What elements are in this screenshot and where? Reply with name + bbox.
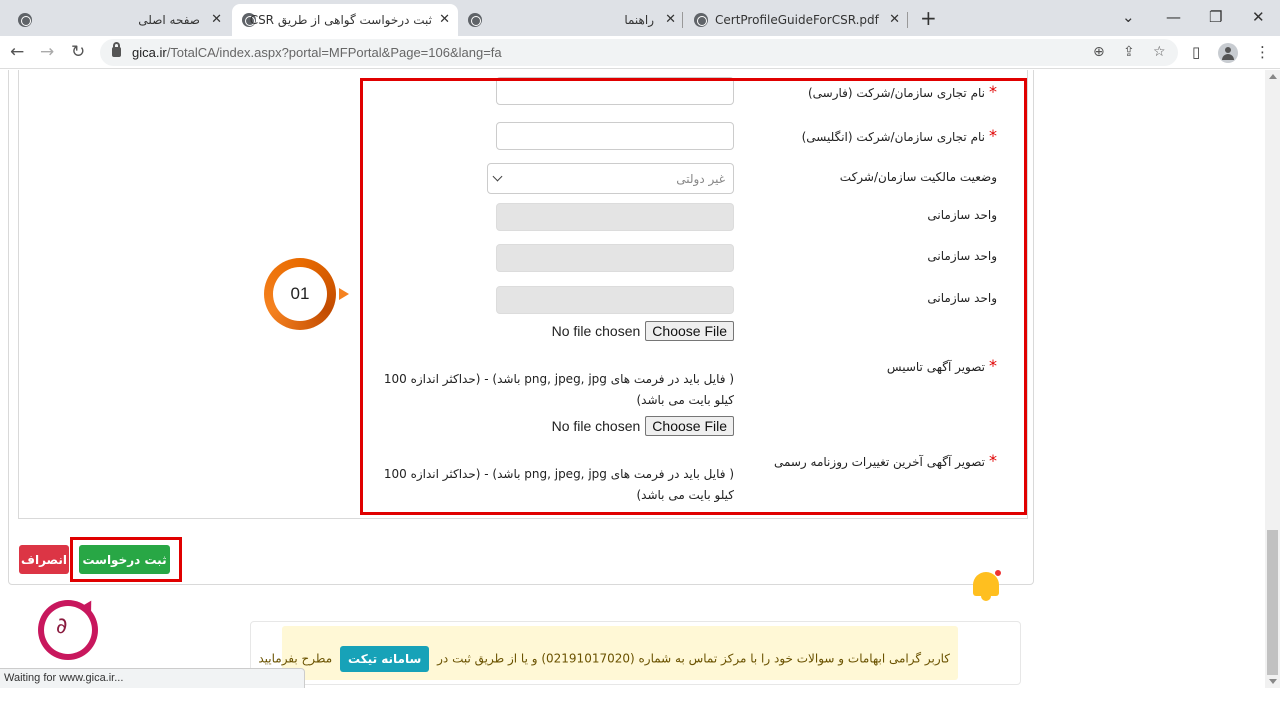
new-tab-button[interactable]: + (920, 6, 937, 30)
close-icon[interactable]: ✕ (889, 12, 900, 27)
notice-text-after: مطرح بفرمایید (258, 651, 333, 666)
zoom-icon[interactable]: ⊕ (1093, 44, 1105, 60)
scroll-up-arrow-icon[interactable] (1269, 74, 1277, 79)
lock-icon[interactable] (112, 42, 121, 57)
tab-separator (907, 12, 908, 28)
menu-kebab-icon[interactable]: ⋮ (1255, 43, 1270, 61)
close-icon[interactable]: ✕ (211, 12, 222, 27)
tab-title: ثبت درخواست گواهی از طریق CSR (249, 13, 432, 27)
address-field[interactable]: gica.ir/TotalCA/index.aspx?portal=MFPort… (100, 39, 1178, 66)
back-arrow-icon[interactable]: ← (10, 42, 24, 62)
globe-icon (18, 13, 32, 27)
page-bottom (0, 688, 1280, 720)
support-notice-box: کاربر گرامی ابهامات و سوالات خود را با م… (258, 626, 958, 680)
scroll-down-arrow-icon[interactable] (1269, 679, 1277, 684)
bell-icon[interactable] (971, 569, 1002, 601)
share-icon[interactable]: ⇪ (1123, 44, 1135, 60)
address-toolbar: ← → ↻ gica.ir/TotalCA/index.aspx?portal=… (0, 36, 1280, 69)
window-close-icon[interactable]: ✕ (1252, 8, 1265, 26)
notification-dot (994, 569, 1002, 577)
annotation-highlight-box (360, 78, 1027, 515)
reload-icon[interactable]: ↻ (71, 42, 85, 62)
tab-pdf[interactable]: CertProfileGuideForCSR.pdf ✕ (686, 4, 906, 36)
globe-icon (694, 13, 708, 27)
annotation-highlight-box (70, 537, 182, 582)
page-content: *نام تجاری سازمان/شرکت (فارسی) *نام تجار… (0, 70, 1265, 688)
cancel-button[interactable]: انصراف (19, 545, 69, 574)
support-notice: کاربر گرامی ابهامات و سوالات خود را با م… (250, 621, 1021, 685)
url-host: gica.ir (132, 45, 167, 60)
tab-csr-request[interactable]: ثبت درخواست گواهی از طریق CSR ✕ (232, 4, 458, 36)
tab-title: CertProfileGuideForCSR.pdf (715, 13, 879, 27)
tab-search-icon[interactable]: ⌄ (1122, 8, 1135, 26)
bookmark-star-icon[interactable]: ☆ (1153, 44, 1166, 60)
tab-strip: صفحه اصلی ✕ ثبت درخواست گواهی از طریق CS… (0, 0, 1280, 36)
minimize-icon[interactable]: — (1166, 8, 1181, 26)
page-scrollbar[interactable] (1265, 70, 1280, 688)
close-icon[interactable]: ✕ (439, 12, 450, 27)
logo-mark-icon: ∂ (56, 614, 68, 639)
scrollbar-thumb[interactable] (1267, 530, 1278, 675)
tab-guide[interactable]: راهنما ✕ (460, 4, 682, 36)
ticket-system-button[interactable]: سامانه تیکت (340, 646, 430, 672)
globe-icon (468, 13, 482, 27)
browser-status-bar: Waiting for www.gica.ir... (0, 668, 305, 688)
notice-text-before: کاربر گرامی ابهامات و سوالات خود را با م… (437, 651, 950, 666)
step-number-badge: 01 (264, 258, 336, 330)
step-pointer-arrow (339, 288, 349, 300)
tab-title: صفحه اصلی (138, 13, 200, 27)
forward-arrow-icon[interactable]: → (40, 42, 54, 62)
side-panel-icon[interactable]: ▯ (1192, 43, 1200, 61)
step-number: 01 (273, 267, 327, 321)
tab-home[interactable]: صفحه اصلی ✕ (10, 4, 230, 36)
profile-avatar-icon[interactable] (1218, 43, 1238, 63)
url-text: gica.ir/TotalCA/index.aspx?portal=MFPort… (132, 45, 502, 60)
url-path: /TotalCA/index.aspx?portal=MFPortal&Page… (166, 45, 502, 60)
tab-title: راهنما (624, 13, 654, 27)
close-icon[interactable]: ✕ (665, 12, 676, 27)
restore-icon[interactable]: ❐ (1209, 8, 1222, 26)
support-notice-text: کاربر گرامی ابهامات و سوالات خود را با م… (258, 646, 950, 672)
tab-separator (682, 12, 683, 28)
bell-clapper (981, 595, 991, 601)
